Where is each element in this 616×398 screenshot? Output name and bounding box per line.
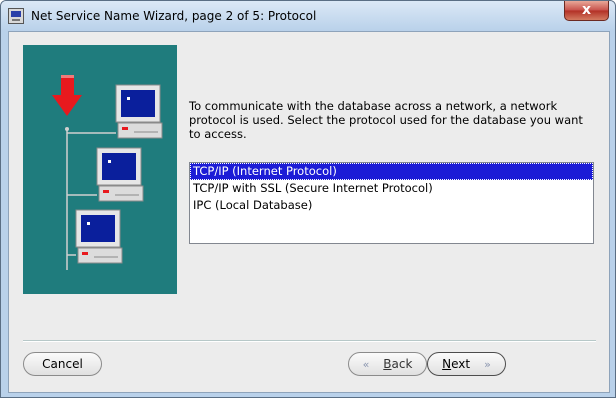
back-button-label: Back — [383, 357, 413, 371]
computer-icon — [115, 84, 163, 139]
cancel-button-label: Cancel — [42, 357, 83, 371]
wizard-window: Net Service Name Wizard, page 2 of 5: Pr… — [0, 0, 616, 398]
computer-icon — [75, 209, 123, 264]
protocol-option-ipc[interactable]: IPC (Local Database) — [190, 197, 593, 214]
next-button[interactable]: Next » — [427, 352, 506, 376]
protocol-description: To communicate with the database across … — [189, 99, 583, 141]
next-button-label: Next — [442, 357, 471, 371]
back-button[interactable]: « Back — [348, 352, 427, 376]
cancel-button[interactable]: Cancel — [23, 352, 102, 376]
protocol-option-tcpip[interactable]: TCP/IP (Internet Protocol) — [190, 163, 593, 180]
app-icon — [8, 8, 24, 24]
title-bar[interactable]: Net Service Name Wizard, page 2 of 5: Pr… — [1, 1, 615, 31]
network-diagram — [52, 75, 163, 270]
close-button[interactable]: x — [564, 1, 609, 21]
network-illustration — [23, 45, 177, 294]
separator — [23, 340, 596, 342]
wizard-body: To communicate with the database across … — [8, 31, 610, 393]
computer-icon — [96, 147, 144, 202]
chevron-right-icon: » — [484, 357, 491, 371]
chevron-left-icon: « — [362, 357, 370, 371]
protocol-option-tcpip-ssl[interactable]: TCP/IP with SSL (Secure Internet Protoco… — [190, 180, 593, 197]
red-arrow-icon — [52, 75, 82, 116]
protocol-listbox[interactable]: TCP/IP (Internet Protocol) TCP/IP with S… — [189, 162, 594, 244]
window-title: Net Service Name Wizard, page 2 of 5: Pr… — [31, 9, 317, 23]
close-icon: x — [581, 2, 592, 18]
